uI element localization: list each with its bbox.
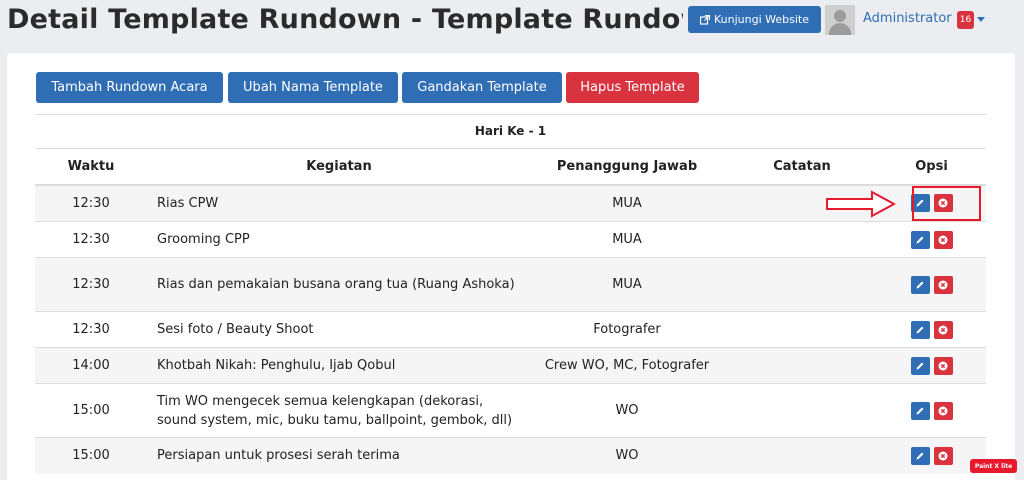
- table-row: 14:00 Khotbah Nikah: Penghulu, Ijab Qobu…: [35, 347, 986, 384]
- cell-options: [877, 221, 986, 258]
- edit-row-button[interactable]: [910, 230, 930, 249]
- cell-pic: MUA: [527, 221, 727, 258]
- close-circle-icon: [938, 325, 948, 334]
- cell-pic: Crew WO, MC, Fotografer: [527, 347, 727, 384]
- day-title: Hari Ke - 1: [35, 114, 986, 148]
- edit-row-button[interactable]: [910, 275, 930, 294]
- cell-activity: Rias CPW: [147, 184, 527, 222]
- cell-time: 12:30: [35, 311, 147, 348]
- column-header-options: Opsi: [877, 148, 986, 186]
- close-circle-icon: [938, 235, 948, 244]
- delete-template-button[interactable]: Hapus Template: [566, 72, 699, 103]
- cell-options: [877, 347, 986, 384]
- watermark-badge: Paint X lite: [970, 459, 1017, 473]
- annotation-highlight-box: [912, 186, 981, 221]
- edit-row-button[interactable]: [910, 401, 930, 420]
- table-header-row: Waktu Kegiatan Penanggung Jawab Catatan …: [35, 148, 986, 186]
- pencil-icon: [916, 236, 924, 243]
- cell-options: [877, 311, 986, 348]
- delete-row-button[interactable]: [933, 446, 953, 465]
- close-circle-icon: [938, 451, 948, 461]
- cell-activity: Persiapan untuk prosesi serah terima: [147, 437, 527, 474]
- cell-activity: Khotbah Nikah: Penghulu, Ijab Qobul: [147, 347, 527, 384]
- cell-notes: [727, 347, 877, 384]
- column-header-time: Waktu: [35, 148, 147, 186]
- table-row: 12:30 Rias dan pemakaian busana orang tu…: [35, 257, 986, 312]
- cell-notes: [727, 383, 877, 438]
- delete-row-button[interactable]: [933, 320, 953, 339]
- cell-notes: [727, 311, 877, 348]
- column-header-pic: Penanggung Jawab: [527, 148, 727, 186]
- page-title: Detail Template Rundown - Template Rundo…: [7, 4, 683, 35]
- visit-website-button[interactable]: Kunjungi Website: [688, 6, 821, 33]
- cell-time: 14:00: [35, 347, 147, 384]
- cell-notes: [727, 221, 877, 258]
- cell-pic: Fotografer: [527, 311, 727, 348]
- cell-time: 15:00: [35, 437, 147, 474]
- annotation-arrow-icon: [826, 190, 896, 218]
- cell-activity: Grooming CPP: [147, 221, 527, 258]
- pencil-icon: [916, 326, 924, 333]
- cell-activity: Tim WO mengecek semua kelengkapan (dekor…: [147, 383, 527, 438]
- add-rundown-button[interactable]: Tambah Rundown Acara: [36, 72, 223, 103]
- delete-row-button[interactable]: [933, 275, 953, 294]
- avatar[interactable]: [825, 5, 855, 35]
- pencil-icon: [916, 407, 924, 414]
- table-row: 15:00 Tim WO mengecek semua kelengkapan …: [35, 383, 986, 438]
- cell-time: 12:30: [35, 221, 147, 258]
- cell-pic: WO: [527, 383, 727, 438]
- pencil-icon: [916, 362, 924, 369]
- cell-pic: MUA: [527, 184, 727, 222]
- table-row: 12:30 Grooming CPP MUA: [35, 221, 986, 258]
- column-header-notes: Catatan: [727, 148, 877, 186]
- external-link-icon: [700, 14, 710, 25]
- edit-row-button[interactable]: [910, 356, 930, 375]
- cell-options: [877, 257, 986, 312]
- cell-time: 12:30: [35, 257, 147, 312]
- cell-notes: [727, 437, 877, 474]
- cell-time: 15:00: [35, 383, 147, 438]
- close-circle-icon: [938, 361, 948, 370]
- user-menu[interactable]: Administrator: [863, 11, 952, 26]
- rename-template-button[interactable]: Ubah Nama Template: [228, 72, 398, 103]
- column-header-activity: Kegiatan: [147, 148, 527, 186]
- cell-activity: Rias dan pemakaian busana orang tua (Rua…: [147, 257, 527, 312]
- table-row: 15:00 Persiapan untuk prosesi serah teri…: [35, 437, 986, 474]
- cell-pic: MUA: [527, 257, 727, 312]
- close-circle-icon: [938, 280, 948, 289]
- edit-row-button[interactable]: [910, 446, 930, 465]
- close-circle-icon: [938, 406, 948, 415]
- chevron-down-icon[interactable]: [977, 17, 985, 22]
- pencil-icon: [916, 281, 924, 288]
- table-row: 12:30 Sesi foto / Beauty Shoot Fotografe…: [35, 311, 986, 348]
- top-bar: Detail Template Rundown - Template Rundo…: [0, 0, 1024, 44]
- cell-options: [877, 383, 986, 438]
- delete-row-button[interactable]: [933, 401, 953, 420]
- delete-row-button[interactable]: [933, 230, 953, 249]
- cell-pic: WO: [527, 437, 727, 474]
- cell-time: 12:30: [35, 184, 147, 222]
- pencil-icon: [916, 452, 924, 460]
- cell-activity: Sesi foto / Beauty Shoot: [147, 311, 527, 348]
- edit-row-button[interactable]: [910, 320, 930, 339]
- delete-row-button[interactable]: [933, 356, 953, 375]
- duplicate-template-button[interactable]: Gandakan Template: [402, 72, 562, 103]
- notification-badge[interactable]: 16: [957, 11, 974, 29]
- cell-notes: [727, 257, 877, 312]
- visit-website-label: Kunjungi Website: [714, 13, 809, 26]
